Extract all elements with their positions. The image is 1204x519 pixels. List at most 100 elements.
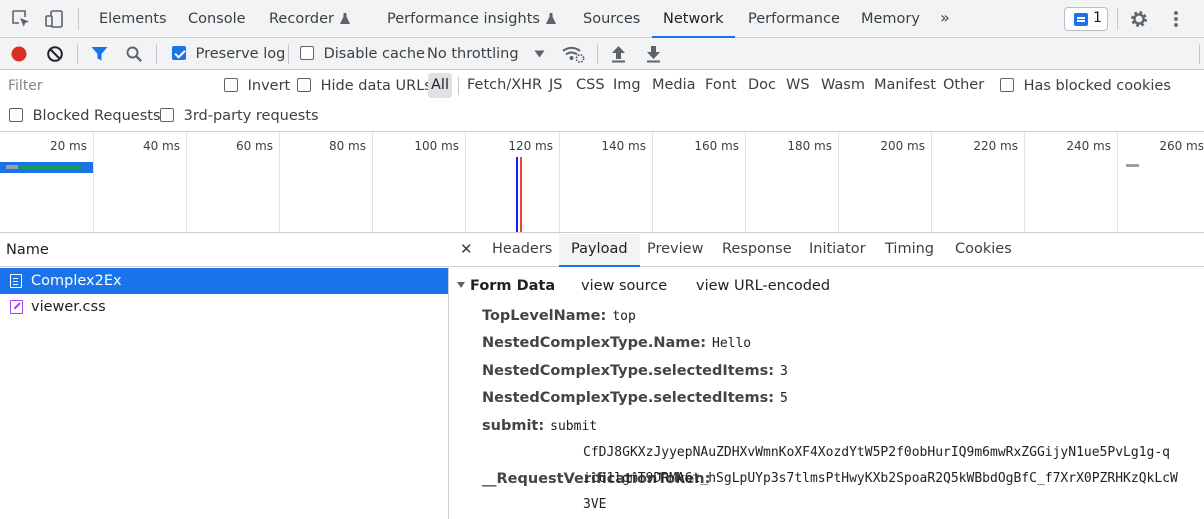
tab-recorder-label: Recorder — [269, 11, 334, 27]
blocked-requests-box[interactable] — [9, 108, 23, 122]
timeline-tick-label: 60 ms — [235, 139, 273, 153]
tab-memory[interactable]: Memory — [861, 0, 920, 38]
form-data-title: Form Data — [470, 278, 556, 294]
type-filter-doc[interactable]: Doc — [745, 73, 779, 98]
timeline-tick-label: 120 ms — [508, 139, 553, 153]
hide-data-urls-label: Hide data URLs — [320, 78, 432, 94]
stylesheet-icon — [10, 300, 23, 314]
tab-sources[interactable]: Sources — [583, 0, 640, 38]
dropdown-caret-icon[interactable] — [534, 50, 545, 58]
tab-elements[interactable]: Elements — [99, 0, 167, 38]
tab-performance[interactable]: Performance — [748, 0, 840, 38]
request-row[interactable]: viewer.css — [0, 294, 448, 320]
timeline-gridline — [1024, 132, 1025, 232]
tab-performance-insights[interactable]: Performance insights — [387, 0, 556, 38]
timeline-gridline — [93, 132, 94, 232]
form-field-value: 5 — [780, 391, 788, 406]
has-blocked-cookies-checkbox[interactable]: Has blocked cookies — [1000, 71, 1171, 101]
type-filter-wasm[interactable]: Wasm — [818, 73, 868, 98]
throttling-select[interactable]: No throttling — [427, 38, 519, 70]
toolbar-divider — [156, 44, 157, 64]
tab-response[interactable]: Response — [722, 234, 792, 267]
invert-checkbox[interactable]: Invert — [224, 71, 290, 101]
tab-recorder[interactable]: Recorder — [269, 0, 350, 38]
toolbar-divider — [597, 44, 598, 64]
type-filter-font[interactable]: Font — [702, 73, 740, 98]
view-url-encoded-link[interactable]: view URL-encoded — [696, 275, 830, 297]
disable-cache-checkbox[interactable]: Disable cache — [300, 38, 425, 70]
token-line: icu1lgmT9DRMA6t_hSgLpUYp3s7tlmsPtHwyKXb2… — [583, 471, 1178, 486]
third-party-requests-box[interactable] — [160, 108, 174, 122]
form-data-section-header[interactable]: Form Data — [457, 275, 555, 297]
upload-icon[interactable] — [610, 45, 627, 63]
timeline-tick-label: 80 ms — [328, 139, 366, 153]
form-field: NestedComplexType.Name: Hello — [482, 332, 751, 354]
type-filter-js[interactable]: JS — [546, 73, 565, 98]
clear-icon[interactable] — [46, 45, 64, 63]
more-vert-icon[interactable] — [1165, 8, 1187, 30]
type-filter-all[interactable]: All — [428, 73, 452, 98]
tab-payload[interactable]: Payload — [559, 234, 640, 267]
search-icon[interactable] — [125, 45, 144, 63]
token-line: CfDJ8GKXzJyyepNAuZDHXvWmnKoXF4XozdYtW5P2… — [583, 445, 1170, 460]
toolbar-divider — [288, 44, 289, 64]
issues-badge[interactable]: 1 — [1064, 7, 1108, 31]
filter-icon[interactable] — [90, 45, 109, 63]
form-field-key: NestedComplexType.selectedItems: — [482, 390, 775, 406]
type-filter-ws[interactable]: WS — [783, 73, 813, 98]
network-overview-timeline[interactable]: 20 ms 40 ms 60 ms 80 ms 100 ms 120 ms 140 ms 16… — [0, 132, 1204, 233]
timeline-gridline — [931, 132, 932, 232]
timeline-gridline — [559, 132, 560, 232]
preserve-log-box[interactable] — [172, 46, 186, 60]
timeline-gridline — [372, 132, 373, 232]
tab-network[interactable]: Network — [652, 0, 735, 38]
hide-data-urls-checkbox[interactable]: Hide data URLs — [297, 71, 432, 101]
network-conditions-icon[interactable] — [561, 44, 585, 64]
has-blocked-cookies-box[interactable] — [1000, 78, 1014, 92]
tab-cookies[interactable]: Cookies — [955, 234, 1012, 267]
filter-input[interactable] — [4, 73, 208, 98]
tab-console[interactable]: Console — [188, 0, 246, 38]
type-filter-media[interactable]: Media — [649, 73, 699, 98]
gear-icon[interactable] — [1128, 8, 1150, 30]
preserve-log-checkbox[interactable]: Preserve log — [172, 38, 285, 70]
more-tabs-chevron[interactable]: » — [940, 0, 950, 38]
download-icon[interactable] — [645, 45, 662, 63]
tab-initiator[interactable]: Initiator — [809, 234, 866, 267]
flask-icon — [339, 13, 350, 24]
view-source-link[interactable]: view source — [581, 275, 667, 297]
form-field-key: NestedComplexType.Name: — [482, 335, 706, 351]
tab-headers[interactable]: Headers — [492, 234, 552, 267]
type-filter-other[interactable]: Other — [940, 73, 987, 98]
hide-data-urls-box[interactable] — [297, 78, 311, 92]
toolbar-divider — [1117, 8, 1118, 30]
invert-box[interactable] — [224, 78, 238, 92]
form-field-value: top — [612, 309, 636, 324]
disable-cache-box[interactable] — [300, 46, 314, 60]
request-row[interactable]: Complex2Ex — [0, 268, 448, 294]
close-icon[interactable]: ✕ — [460, 234, 473, 267]
request-name: Complex2Ex — [31, 273, 122, 289]
timeline-tick-label: 220 ms — [973, 139, 1018, 153]
blocked-requests-label: Blocked Requests — [32, 108, 161, 124]
name-column-header[interactable]: Name — [0, 234, 449, 267]
request-list: Name Complex2Ex viewer.css — [0, 234, 449, 519]
type-filter-fetch-xhr[interactable]: Fetch/XHR — [464, 73, 545, 98]
form-field-value: 3 — [780, 364, 788, 379]
flask-icon — [545, 13, 556, 24]
filter-bar: Invert Hide data URLs All Fetch/XHR JS C… — [0, 70, 1204, 132]
record-icon[interactable] — [10, 45, 28, 63]
type-filter-css[interactable]: CSS — [573, 73, 608, 98]
type-filter-img[interactable]: Img — [610, 73, 644, 98]
timeline-gridline — [1117, 132, 1118, 232]
third-party-requests-checkbox[interactable]: 3rd-party requests — [160, 101, 319, 131]
tab-preview[interactable]: Preview — [647, 234, 703, 267]
devtools-tab-bar: Elements Console Recorder Performance in… — [0, 0, 1204, 38]
type-filter-manifest[interactable]: Manifest — [871, 73, 939, 98]
device-toolbar-icon[interactable] — [43, 8, 65, 30]
inspect-element-icon[interactable] — [10, 8, 32, 30]
tab-timing[interactable]: Timing — [885, 234, 934, 267]
overview-queued-segment — [6, 165, 18, 169]
tab-performance-insights-label: Performance insights — [387, 11, 540, 27]
blocked-requests-checkbox[interactable]: Blocked Requests — [9, 101, 161, 131]
